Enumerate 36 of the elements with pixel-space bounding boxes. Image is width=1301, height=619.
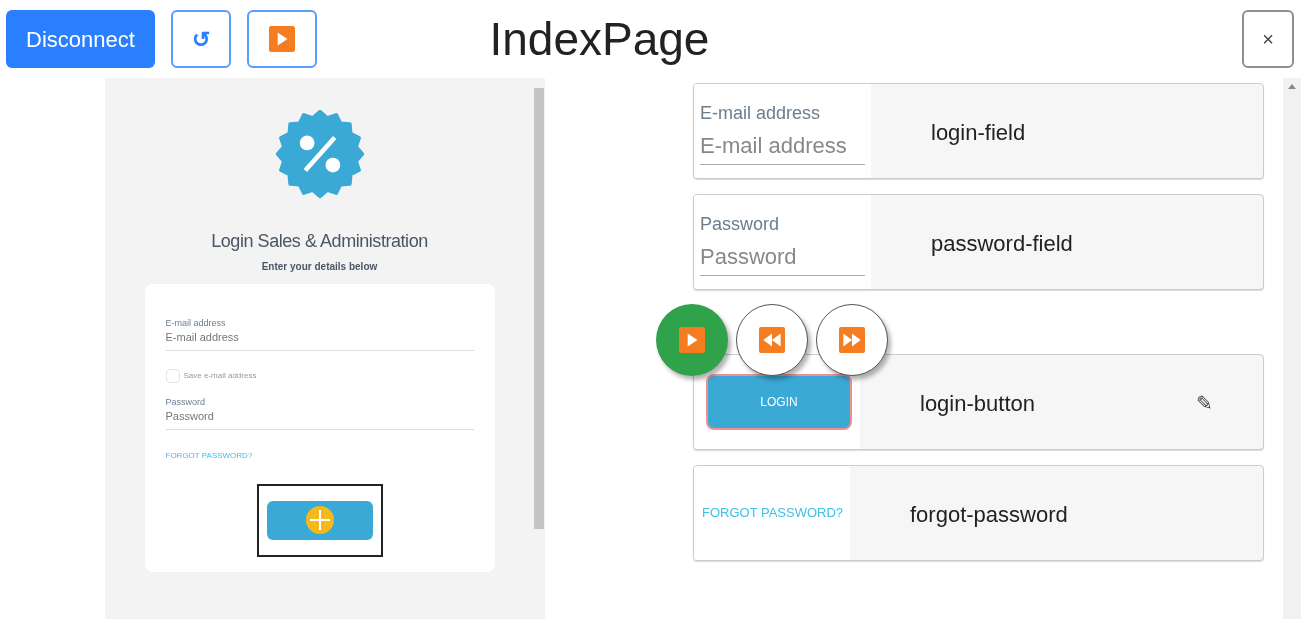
element-name: password-field: [931, 229, 1073, 258]
login-heading: Login Sales & Administration: [211, 230, 428, 253]
email-input[interactable]: E-mail address: [165, 329, 474, 351]
login-button[interactable]: [266, 500, 373, 540]
forgot-password-link[interactable]: FORGOT PASSWORD?: [165, 449, 253, 462]
rewind-button[interactable]: [736, 304, 808, 376]
play-icon: [679, 327, 705, 353]
field-label: E-mail address: [165, 318, 227, 330]
edit-icon[interactable]: ✎: [1196, 388, 1213, 418]
rewind-icon: [759, 327, 785, 353]
disconnect-button[interactable]: Disconnect: [6, 10, 155, 68]
scrollbar[interactable]: [534, 88, 544, 529]
login-subheading: Enter your details below: [261, 260, 378, 274]
forward-button[interactable]: [816, 304, 888, 376]
save-email-checkbox[interactable]: [165, 368, 180, 383]
field-label: Password: [165, 396, 206, 408]
element-name: login-button: [920, 389, 1035, 418]
forward-icon: [839, 327, 865, 353]
scroll-up-icon[interactable]: [1287, 82, 1297, 90]
element-name: forgot-password: [910, 500, 1068, 529]
close-button[interactable]: ×: [1242, 10, 1294, 68]
play-icon: [268, 26, 295, 52]
play-button[interactable]: [246, 10, 317, 68]
plus-icon: [304, 505, 335, 535]
checkbox-label: Save e-mail address: [183, 369, 257, 382]
password-input[interactable]: Password: [165, 408, 474, 430]
discount-badge-icon: [273, 108, 366, 200]
element-name: login-field: [931, 118, 1026, 147]
login-button-preview[interactable]: LOGIN: [706, 374, 852, 430]
forgot-password-link[interactable]: FORGOT PASSWORD?: [702, 503, 844, 523]
page-title: IndexPage: [489, 11, 710, 67]
scrollbar[interactable]: [1283, 78, 1301, 619]
play-button[interactable]: [656, 304, 728, 376]
field-label: E-mail address: [700, 102, 822, 125]
refresh-button[interactable]: ↺: [170, 10, 231, 68]
field-label: Password: [700, 213, 781, 236]
